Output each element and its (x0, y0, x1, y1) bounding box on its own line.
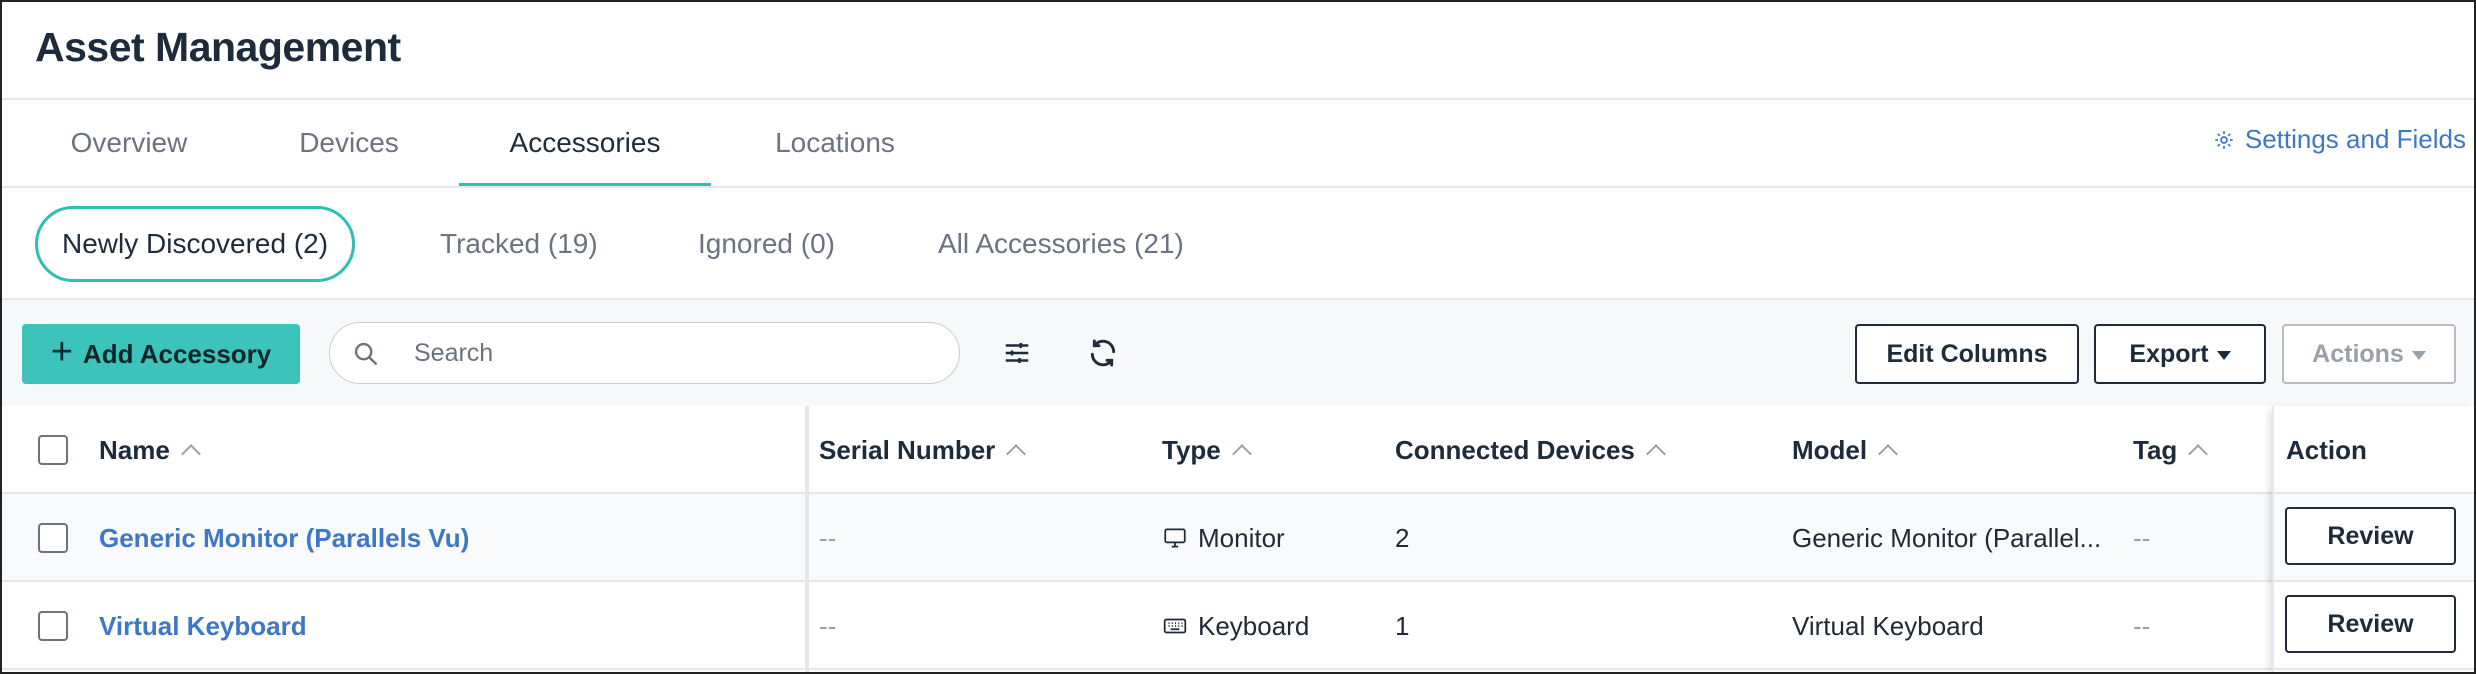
review-label: Review (2327, 521, 2414, 550)
column-header-action: Action (2286, 406, 2367, 494)
filter-button[interactable] (996, 332, 1038, 374)
column-label: Type (1162, 434, 1221, 465)
export-label: Export (2129, 339, 2209, 368)
sort-icon (1006, 444, 1027, 464)
tag-cell: -- (2133, 610, 2151, 641)
accessory-name-link[interactable]: Virtual Keyboard (99, 582, 789, 670)
search-box (329, 322, 960, 384)
search-input[interactable] (414, 338, 914, 368)
type-cell: Monitor (1162, 494, 1285, 582)
tab-label: Accessories (509, 127, 661, 158)
sort-icon (1645, 444, 1666, 464)
main-tabs: Overview Devices Accessories Locations (2, 100, 2474, 186)
subtab-newly-discovered[interactable]: Newly Discovered (2) (35, 206, 356, 282)
tab-overview[interactable]: Overview (34, 100, 224, 186)
table-header: Name Serial Number Type Connected Device… (2, 406, 2474, 494)
column-label: Connected Devices (1395, 434, 1635, 465)
serial-number-cell: -- (819, 522, 837, 553)
connected-devices-cell: 1 (1395, 610, 1410, 641)
tab-label: Devices (299, 127, 399, 158)
column-label: Name (99, 434, 170, 465)
tab-locations[interactable]: Locations (740, 100, 930, 186)
accessory-name-link[interactable]: Generic Monitor (Parallels Vu) (99, 494, 789, 582)
column-header-serial[interactable]: Serial Number (819, 406, 1027, 494)
sort-icon (1878, 444, 1899, 464)
select-all-checkbox[interactable] (38, 435, 68, 465)
tab-devices[interactable]: Devices (254, 100, 444, 186)
model-cell: Virtual Keyboard (1792, 610, 1984, 641)
subtab-label: All Accessories (21) (938, 228, 1184, 259)
column-label: Model (1792, 434, 1868, 465)
export-button[interactable]: Export (2094, 324, 2266, 384)
tabs-divider (2, 186, 2474, 188)
subtab-tracked[interactable]: Tracked (19) (440, 206, 598, 282)
caret-down-icon (2411, 350, 2426, 360)
column-resize-divider[interactable] (805, 406, 809, 672)
tab-accessories[interactable]: Accessories (459, 100, 711, 186)
column-header-connected-devices[interactable]: Connected Devices (1395, 406, 1666, 494)
column-header-name[interactable]: Name (99, 406, 201, 494)
settings-and-fields-link[interactable]: Settings and Fields (2213, 124, 2466, 155)
actions-label: Actions (2312, 339, 2404, 368)
review-button[interactable]: Review (2285, 507, 2456, 565)
serial-number-cell: -- (819, 610, 837, 641)
subtab-all-accessories[interactable]: All Accessories (21) (938, 206, 1184, 282)
gear-icon (2215, 130, 2233, 149)
tab-label: Overview (70, 127, 188, 158)
refresh-button[interactable] (1082, 332, 1124, 374)
caret-down-icon (2216, 350, 2231, 360)
type-label: Monitor (1198, 522, 1285, 553)
subtab-label: Tracked (19) (440, 228, 598, 259)
add-accessory-label: Add Accessory (82, 338, 272, 369)
column-header-tag[interactable]: Tag (2133, 406, 2209, 494)
sort-icon (180, 444, 201, 464)
model-cell: Generic Monitor (Parallel... (1792, 522, 2102, 553)
table-row: Generic Monitor (Parallels Vu) -- Monito… (2, 494, 2474, 582)
column-header-model[interactable]: Model (1792, 406, 1899, 494)
column-label: Action (2286, 434, 2367, 465)
settings-label: Settings and Fields (2244, 124, 2466, 154)
add-accessory-button[interactable]: + Add Accessory (22, 324, 300, 384)
page-title: Asset Management (35, 24, 401, 70)
tag-cell: -- (2133, 522, 2151, 553)
column-label: Serial Number (819, 434, 996, 465)
plus-icon: + (50, 331, 73, 373)
row-checkbox[interactable] (38, 611, 68, 641)
asset-management-window: Asset Management Overview Devices Access… (0, 0, 2476, 674)
column-header-type[interactable]: Type (1162, 406, 1252, 494)
review-label: Review (2327, 609, 2414, 638)
table-row: Virtual Keyboard -- Keyboard 1 Virtual K… (2, 582, 2474, 670)
subtab-label: Newly Discovered (2) (62, 228, 329, 259)
subtab-label: Ignored (0) (698, 228, 835, 259)
row-checkbox[interactable] (38, 523, 68, 553)
subtab-ignored[interactable]: Ignored (0) (698, 206, 835, 282)
edit-columns-button[interactable]: Edit Columns (1855, 324, 2079, 384)
type-cell: Keyboard (1162, 582, 1309, 670)
monitor-icon (1164, 528, 1186, 548)
sort-icon (2188, 444, 2209, 464)
connected-devices-cell: 2 (1395, 522, 1410, 553)
sort-icon (1231, 444, 1252, 464)
search-icon (354, 342, 378, 366)
refresh-icon (1090, 339, 1116, 367)
keyboard-icon (1163, 618, 1187, 634)
sliders-icon (1005, 343, 1029, 363)
review-button[interactable]: Review (2285, 595, 2456, 653)
column-label: Tag (2133, 434, 2178, 465)
filter-subtabs: Newly Discovered (2) Tracked (19) Ignore… (2, 202, 2474, 286)
edit-columns-label: Edit Columns (1886, 339, 2048, 368)
actions-button[interactable]: Actions (2282, 324, 2456, 384)
tab-label: Locations (775, 127, 895, 158)
type-label: Keyboard (1198, 610, 1310, 641)
